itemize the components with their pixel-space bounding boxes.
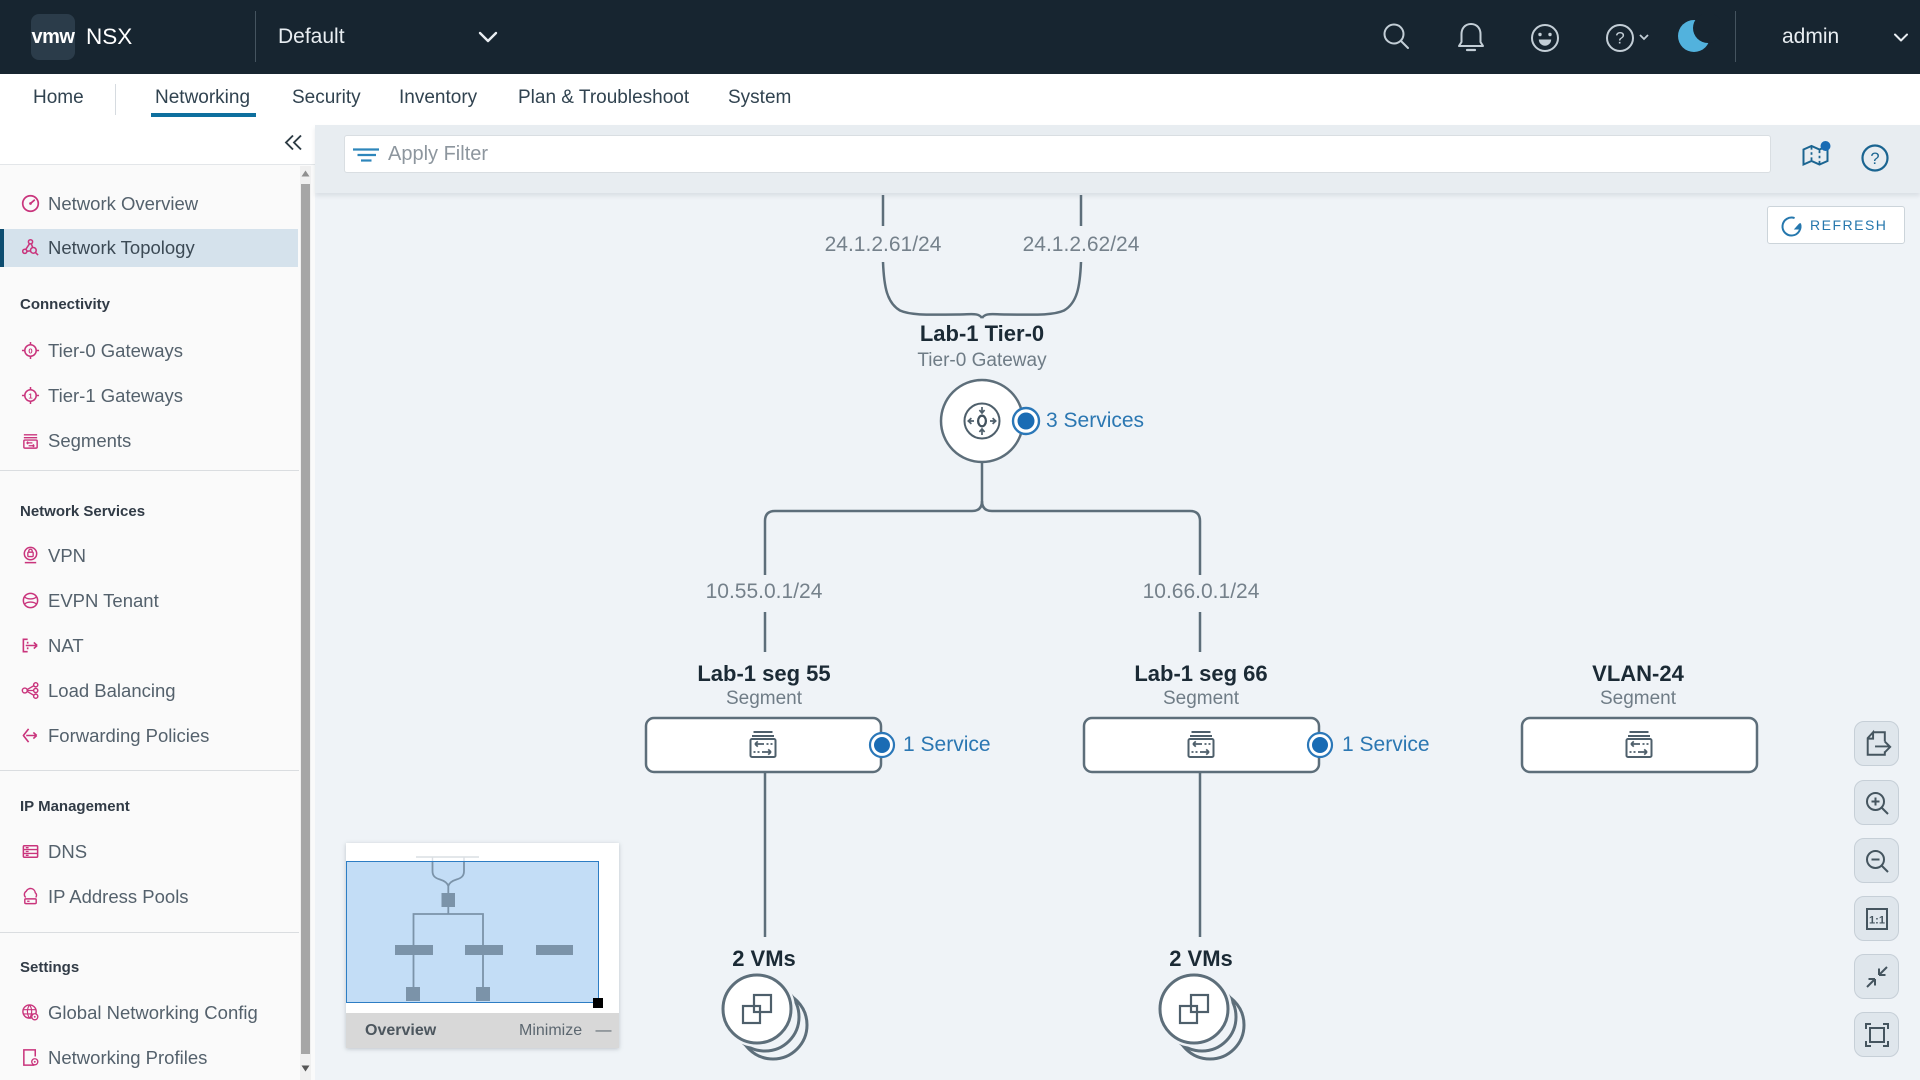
svg-text:0: 0 bbox=[28, 346, 32, 355]
svg-text:1: 1 bbox=[28, 391, 33, 400]
svg-text:?: ? bbox=[1615, 29, 1624, 48]
svg-text:1:1: 1:1 bbox=[1869, 915, 1885, 927]
